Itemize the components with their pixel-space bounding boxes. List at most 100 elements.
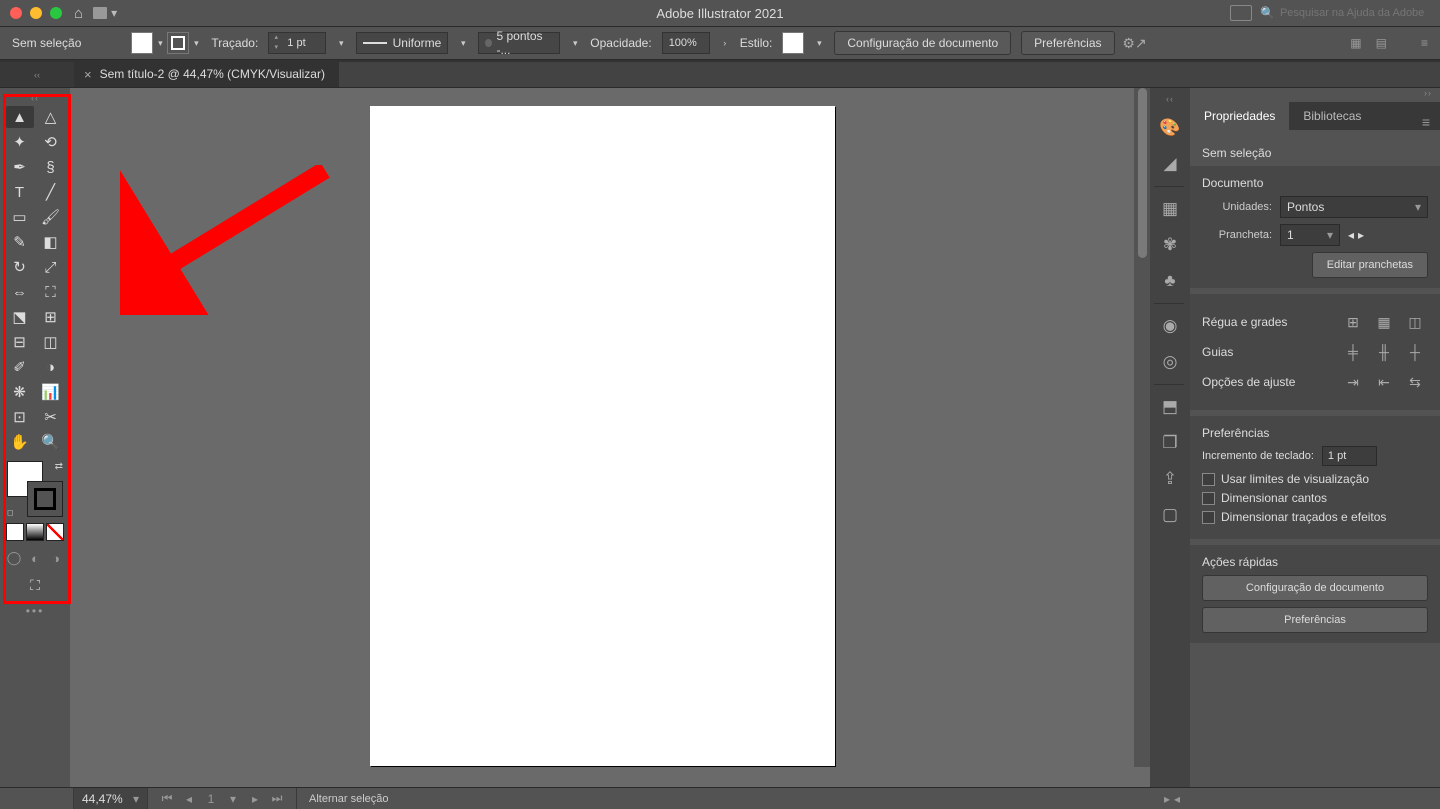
artboard-next[interactable]: ▸ [1358,228,1364,242]
tool-type[interactable]: T [6,181,34,203]
tool-shaper[interactable]: ✎ [6,231,34,253]
units-select[interactable]: Pontos▾ [1280,196,1428,218]
default-colors-icon[interactable]: ◻ [7,508,14,517]
vertical-scrollbar[interactable] [1134,88,1150,767]
tool-zoom[interactable]: 🔍 [37,431,65,453]
tool-symbol-spray[interactable]: ❋ [6,381,34,403]
stroke-dropdown[interactable]: ▾ [191,38,201,48]
chk-scale-strokes[interactable] [1202,511,1215,524]
chk-scale-corners[interactable] [1202,492,1215,505]
stroke-down[interactable]: ▾ [269,43,283,53]
toolbox-handle[interactable]: ‹‹ [5,93,65,103]
tool-line[interactable]: ╱ [37,181,65,203]
guides-lock-icon[interactable]: ╫ [1371,340,1397,364]
none-color-mode[interactable] [46,523,64,541]
tool-gradient[interactable]: ◫ [37,331,65,353]
close-window[interactable] [10,7,22,19]
stroke-weight[interactable]: ▴▾ [268,32,326,54]
snap-point-icon[interactable]: ⇤ [1371,370,1397,394]
tool-rectangle[interactable]: ▭ [6,206,34,228]
tool-perspective[interactable]: ⊞ [37,306,65,328]
current-artboard[interactable]: 1 [200,792,222,806]
arrange-documents[interactable]: ▾ [93,6,117,20]
snap-grid-icon[interactable]: ⇆ [1402,370,1428,394]
tools-collapse[interactable]: ‹‹ [0,62,74,87]
menu-icon[interactable]: ≡ [1421,36,1428,50]
preferences-button[interactable]: Preferências [1021,31,1114,55]
tab-properties[interactable]: Propriedades [1190,102,1289,130]
artboard-dd[interactable]: ▾ [222,792,244,806]
draw-normal[interactable]: ◯ [5,549,23,567]
edit-artboards-button[interactable]: Editar pranchetas [1312,252,1428,278]
artboard[interactable] [370,106,835,766]
first-artboard[interactable]: ⏮ [156,791,178,806]
chk-preview-bounds[interactable] [1202,473,1215,486]
tool-free-transform[interactable]: ⛶ [37,281,65,303]
tool-brush[interactable]: 🖌 [37,206,65,228]
qa-preferences-button[interactable]: Preferências [1202,607,1428,633]
fill-swatch[interactable] [131,32,153,54]
tool-hand[interactable]: ✋ [6,431,34,453]
tool-mesh[interactable]: ⊟ [6,331,34,353]
document-tab[interactable]: × Sem título-2 @ 44,47% (CMYK/Visualizar… [74,61,339,87]
document-setup-button[interactable]: Configuração de documento [834,31,1011,55]
stroke-color[interactable] [27,481,63,517]
prefs-icon[interactable]: ⚙↗ [1125,33,1145,53]
dock-color-guide[interactable]: ◢ [1154,148,1186,180]
tool-slice[interactable]: ✂ [37,406,65,428]
snap-pixel-icon[interactable]: ⇥ [1340,370,1366,394]
tool-artboard[interactable]: ⊡ [6,406,34,428]
opacity-value[interactable]: 100% [662,32,710,54]
close-tab-icon[interactable]: × [84,67,92,82]
stroke-style-dd[interactable]: ▾ [458,38,468,48]
opacity-dd[interactable]: › [720,38,730,48]
align-icon[interactable]: ▦ [1350,36,1361,50]
stroke-profile-dd[interactable]: ▾ [570,38,580,48]
fill-dropdown[interactable]: ▾ [155,38,165,48]
tool-rotate[interactable]: ↻ [6,256,34,278]
zoom-level[interactable]: 44,47%▾ [74,788,148,809]
graphic-style-swatch[interactable] [782,32,804,54]
tool-shape-builder[interactable]: ⬔ [6,306,34,328]
dock-swatches[interactable]: ▦ [1154,193,1186,225]
home-icon[interactable]: ⌂ [74,5,83,22]
tool-direct-selection[interactable]: △ [37,106,65,128]
tool-eyedropper[interactable]: ✐ [6,356,34,378]
tool-pen[interactable]: ✒ [6,156,34,178]
screen-mode[interactable]: ⛶ [30,577,40,594]
dock-artboards[interactable]: ▢ [1154,499,1186,531]
style-dd[interactable]: ▾ [814,38,824,48]
canvas[interactable] [70,88,1150,787]
draw-behind[interactable]: ◐ [26,549,44,567]
tool-selection[interactable]: ▲ [6,106,34,128]
dock-appearance[interactable]: ◎ [1154,346,1186,378]
stroke-up[interactable]: ▴ [269,33,283,43]
tool-curvature[interactable]: § [37,156,65,178]
edit-toolbar[interactable]: ••• [26,604,45,618]
smart-guides-icon[interactable]: ┼ [1402,340,1428,364]
draw-inside[interactable]: ◑ [47,549,65,567]
last-artboard[interactable]: ⏭ [266,791,288,806]
dock-symbols[interactable]: ♣ [1154,265,1186,297]
show-rulers-icon[interactable]: ⊞ [1340,310,1366,334]
maximize-window[interactable] [50,7,62,19]
tool-scale[interactable]: ⤢ [37,256,65,278]
stroke-weight-input[interactable] [283,37,319,49]
stroke-profile[interactable]: 5 pontos -... [478,32,560,54]
solid-color-mode[interactable] [6,523,24,541]
panel-menu-icon[interactable]: ≡ [1412,114,1440,130]
hscroll-left[interactable]: ◂ [1174,792,1180,806]
prev-artboard[interactable]: ◂ [178,792,200,806]
tool-lasso[interactable]: ⟲ [37,131,65,153]
swap-colors-icon[interactable]: ⇄ [55,461,63,472]
help-search[interactable]: 🔍 [1260,4,1430,23]
dock-asset-export[interactable]: ⇪ [1154,463,1186,495]
dock-graphic-styles[interactable]: ⬒ [1154,391,1186,423]
tool-graph[interactable]: 📊 [37,381,65,403]
artboard-select[interactable]: 1▾ [1280,224,1340,246]
keyboard-increment-input[interactable] [1322,446,1377,466]
tool-blend[interactable]: ◑ [37,356,65,378]
qa-document-setup-button[interactable]: Configuração de documento [1202,575,1428,601]
tab-libraries[interactable]: Bibliotecas [1289,102,1375,130]
dock-brushes[interactable]: ✾ [1154,229,1186,261]
